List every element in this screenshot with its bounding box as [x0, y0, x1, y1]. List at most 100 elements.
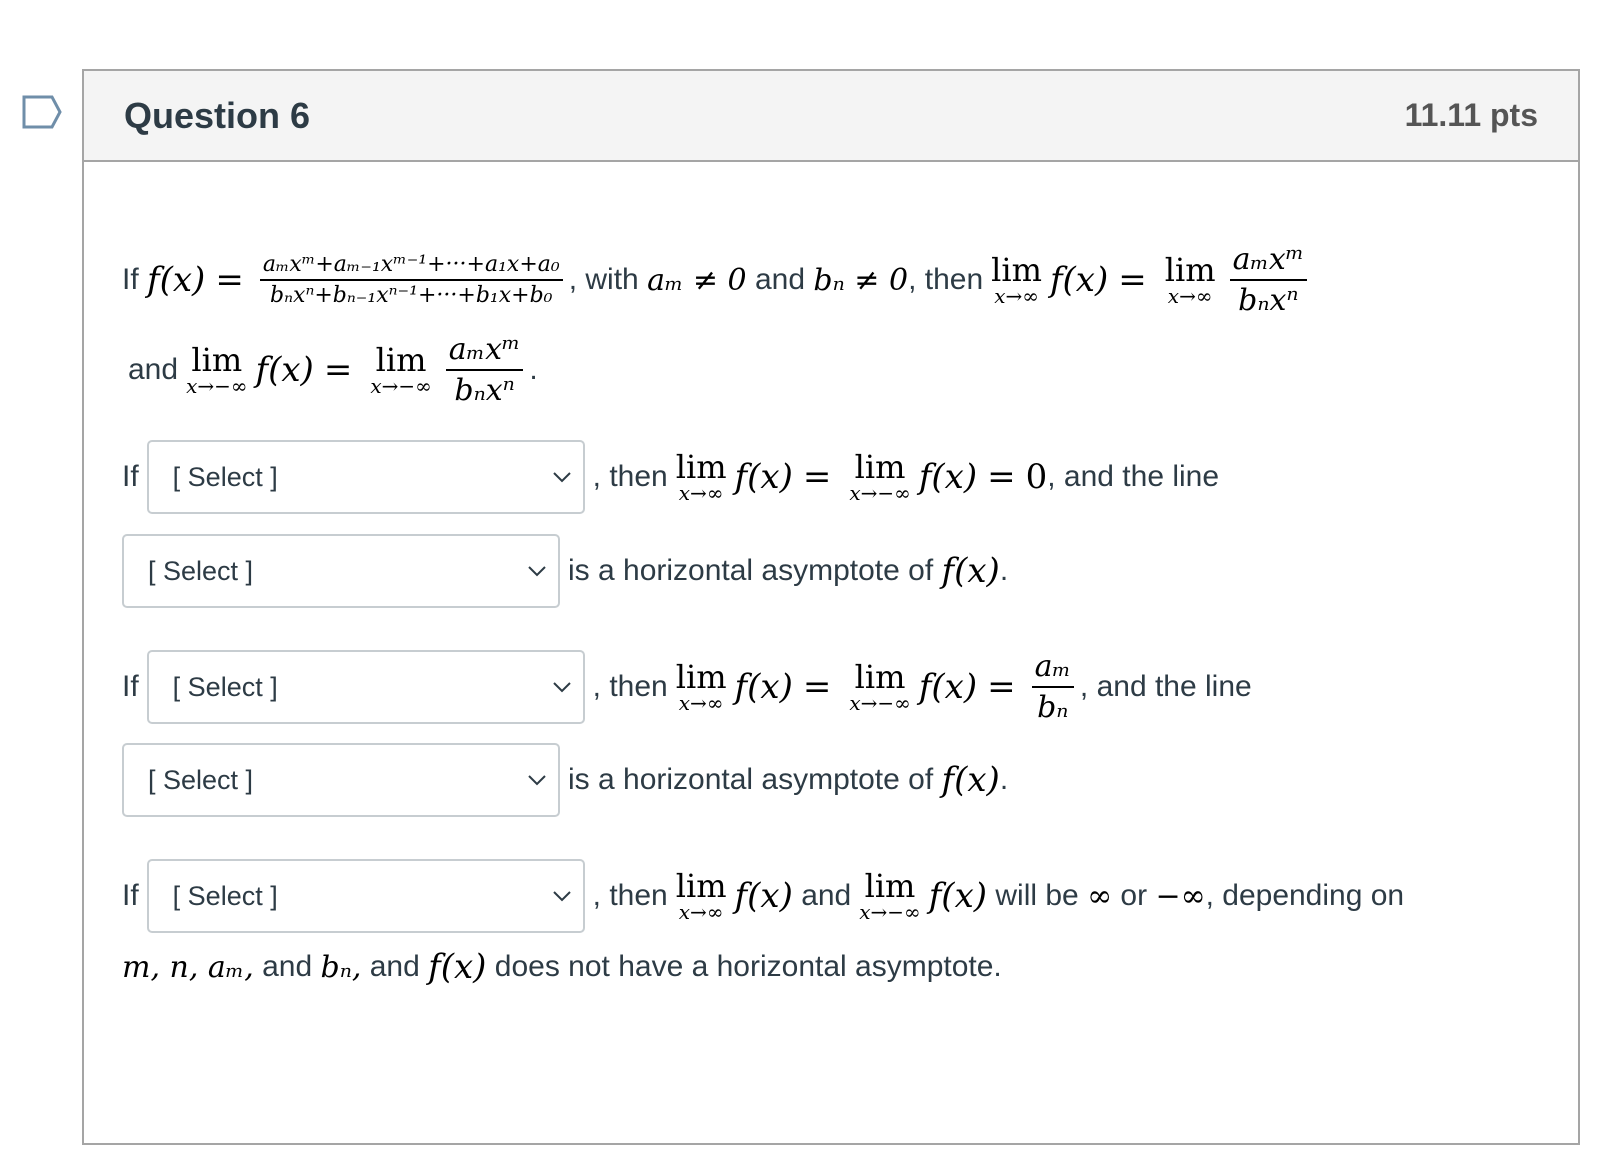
lim-label: lim [864, 867, 916, 905]
question-header: Question 6 11.11 pts [84, 71, 1578, 162]
case3-vars: m, n, aₘ, [122, 949, 254, 985]
case3-and-bn: and [262, 950, 313, 983]
case3-lim-neg: lim x→−∞ [859, 870, 920, 922]
case1-lim-pos: lim x→∞ [676, 451, 727, 503]
lim-label: lim [854, 448, 906, 486]
intro-line-2: and lim x→−∞ f(x) = lim x→−∞ aₘxᵐ bₙxⁿ . [128, 332, 538, 408]
case2-eq-2: = [987, 667, 1016, 707]
chevron-down-icon [528, 775, 546, 786]
intro-eq-3: = [323, 350, 353, 390]
case3-then: , then [592, 879, 668, 912]
lim-subscript: x→−∞ [186, 374, 248, 398]
case2-line-2: [ Select ] is a horizontal asymptote of … [114, 743, 1008, 817]
case3-line-2: m, n, aₘ, and bₙ, and f(x) does not have… [122, 947, 1002, 987]
lim-subscript: x→∞ [678, 691, 724, 715]
case1-fx: f(x) [734, 457, 793, 497]
case3-or: or [1120, 879, 1148, 912]
intro-and-2: and [128, 353, 179, 386]
case3-lim-pos: lim x→∞ [676, 870, 727, 922]
case2-asymptote-select[interactable]: [ Select ] [122, 743, 560, 817]
case3-no-asymptote: does not have a horizontal asymptote. [494, 950, 1002, 983]
intro-lim-pos-2: lim x→∞ [1165, 254, 1216, 306]
intro-am-neq: aₘ ≠ 0 [647, 262, 747, 298]
case3-fx-3: f(x) [428, 947, 487, 987]
chevron-down-icon [552, 891, 571, 902]
ratio-num: aₘxᵐ [1229, 242, 1308, 281]
intro-fx-2: f(x) [1049, 260, 1109, 300]
intro-period: . [529, 353, 538, 386]
case2-fx-3: f(x) [941, 760, 1000, 800]
case2-period: . [999, 763, 1009, 796]
question-title: Question 6 [124, 94, 311, 136]
lim-label: lim [991, 251, 1042, 289]
lim-subscript: x→−∞ [859, 900, 921, 924]
case2-asymptote-text: is a horizontal asymptote of [568, 763, 934, 796]
case1-result: 0 [1025, 457, 1048, 497]
intro-fx: f(x) [147, 260, 206, 300]
select-value: [ Select ] [172, 461, 278, 492]
select-value: [ Select ] [172, 880, 278, 911]
intro-ratio: aₘxᵐ bₙxⁿ [1229, 242, 1308, 318]
case2-line-1: If [ Select ] , then lim x→∞ f(x) = lim … [122, 649, 1252, 725]
intro-line-1: If f(x) = aₘxᵐ+aₘ₋₁xᵐ⁻¹+···+a₁x+a₀ bₙxⁿ+… [122, 242, 1313, 318]
lim-label: lim [854, 658, 906, 696]
select-value: [ Select ] [148, 555, 254, 586]
case2-result-fraction: aₘ bₙ [1031, 649, 1074, 725]
case1-period: . [999, 554, 1009, 587]
chevron-down-icon [552, 682, 571, 693]
case1-then: , then [592, 460, 668, 493]
lim-subscript: x→−∞ [370, 374, 432, 398]
lim-subscript: x→∞ [678, 900, 724, 924]
lim-subscript: x→−∞ [849, 691, 911, 715]
ratio-den: bₙxⁿ [454, 373, 515, 408]
case2-lim-neg: lim x→−∞ [849, 661, 910, 713]
case1-eq: = [802, 457, 832, 497]
case2-then: , then [592, 670, 668, 703]
intro-if: If [122, 263, 139, 296]
lim-subscript: x→∞ [1167, 284, 1213, 308]
intro-lim-neg: lim x→−∞ [186, 344, 247, 396]
case3-fx-2: f(x) [928, 876, 988, 916]
case2-eq: = [802, 667, 832, 707]
intro-with: , with [568, 263, 639, 296]
case1-eq-2: = [987, 457, 1016, 497]
case1-asymptote-text: is a horizontal asymptote of [568, 554, 934, 587]
question-card: Question 6 11.11 pts If f(x) = aₘxᵐ+aₘ₋₁… [82, 69, 1580, 1145]
case2-and-line: , and the line [1079, 670, 1252, 703]
case1-line-1: If [ Select ] , then lim x→∞ f(x) = lim … [122, 440, 1219, 514]
case2-condition-select[interactable]: [ Select ] [146, 650, 585, 724]
lim-subscript: x→∞ [994, 284, 1039, 308]
case3-and-f: and [369, 950, 420, 983]
lim-label: lim [675, 448, 727, 486]
question-flag-icon[interactable] [22, 95, 62, 129]
case2-lim-pos: lim x→∞ [676, 661, 727, 713]
chevron-down-icon [552, 472, 571, 483]
case1-lim-neg: lim x→−∞ [849, 451, 910, 503]
lim-label: lim [675, 867, 727, 905]
result-den: bₙ [1037, 690, 1069, 725]
intro-eq-2: = [1118, 260, 1147, 300]
case1-fx-2: f(x) [918, 457, 978, 497]
case3-line-1: If [ Select ] , then lim x→∞ f(x) and li… [122, 859, 1404, 933]
intro-lim-neg-2: lim x→−∞ [370, 344, 431, 396]
case3-condition-select[interactable]: [ Select ] [146, 859, 585, 933]
case3-bn: bₙ, [320, 949, 362, 985]
intro-eq: = [215, 260, 244, 300]
intro-then: , then [908, 263, 984, 296]
case1-if: If [122, 460, 139, 493]
case3-and: and [801, 879, 852, 912]
intro-numerator: aₘxᵐ+aₘ₋₁xᵐ⁻¹+···+a₁x+a₀ [259, 252, 563, 281]
case3-will-be: will be [995, 879, 1079, 912]
ratio-num: aₘxᵐ [445, 332, 524, 371]
lim-label: lim [1164, 251, 1216, 289]
case1-asymptote-select[interactable]: [ Select ] [122, 534, 560, 608]
case1-condition-select[interactable]: [ Select ] [146, 440, 585, 514]
case2-if: If [122, 670, 139, 703]
intro-ratio-2: aₘxᵐ bₙxⁿ [445, 332, 524, 408]
ratio-den: bₙxⁿ [1238, 283, 1299, 318]
case1-fx-3: f(x) [941, 551, 1000, 591]
lim-subscript: x→−∞ [849, 481, 911, 505]
case1-and-line: , and the line [1047, 460, 1220, 493]
intro-and: and [755, 263, 806, 296]
lim-label: lim [375, 341, 427, 379]
